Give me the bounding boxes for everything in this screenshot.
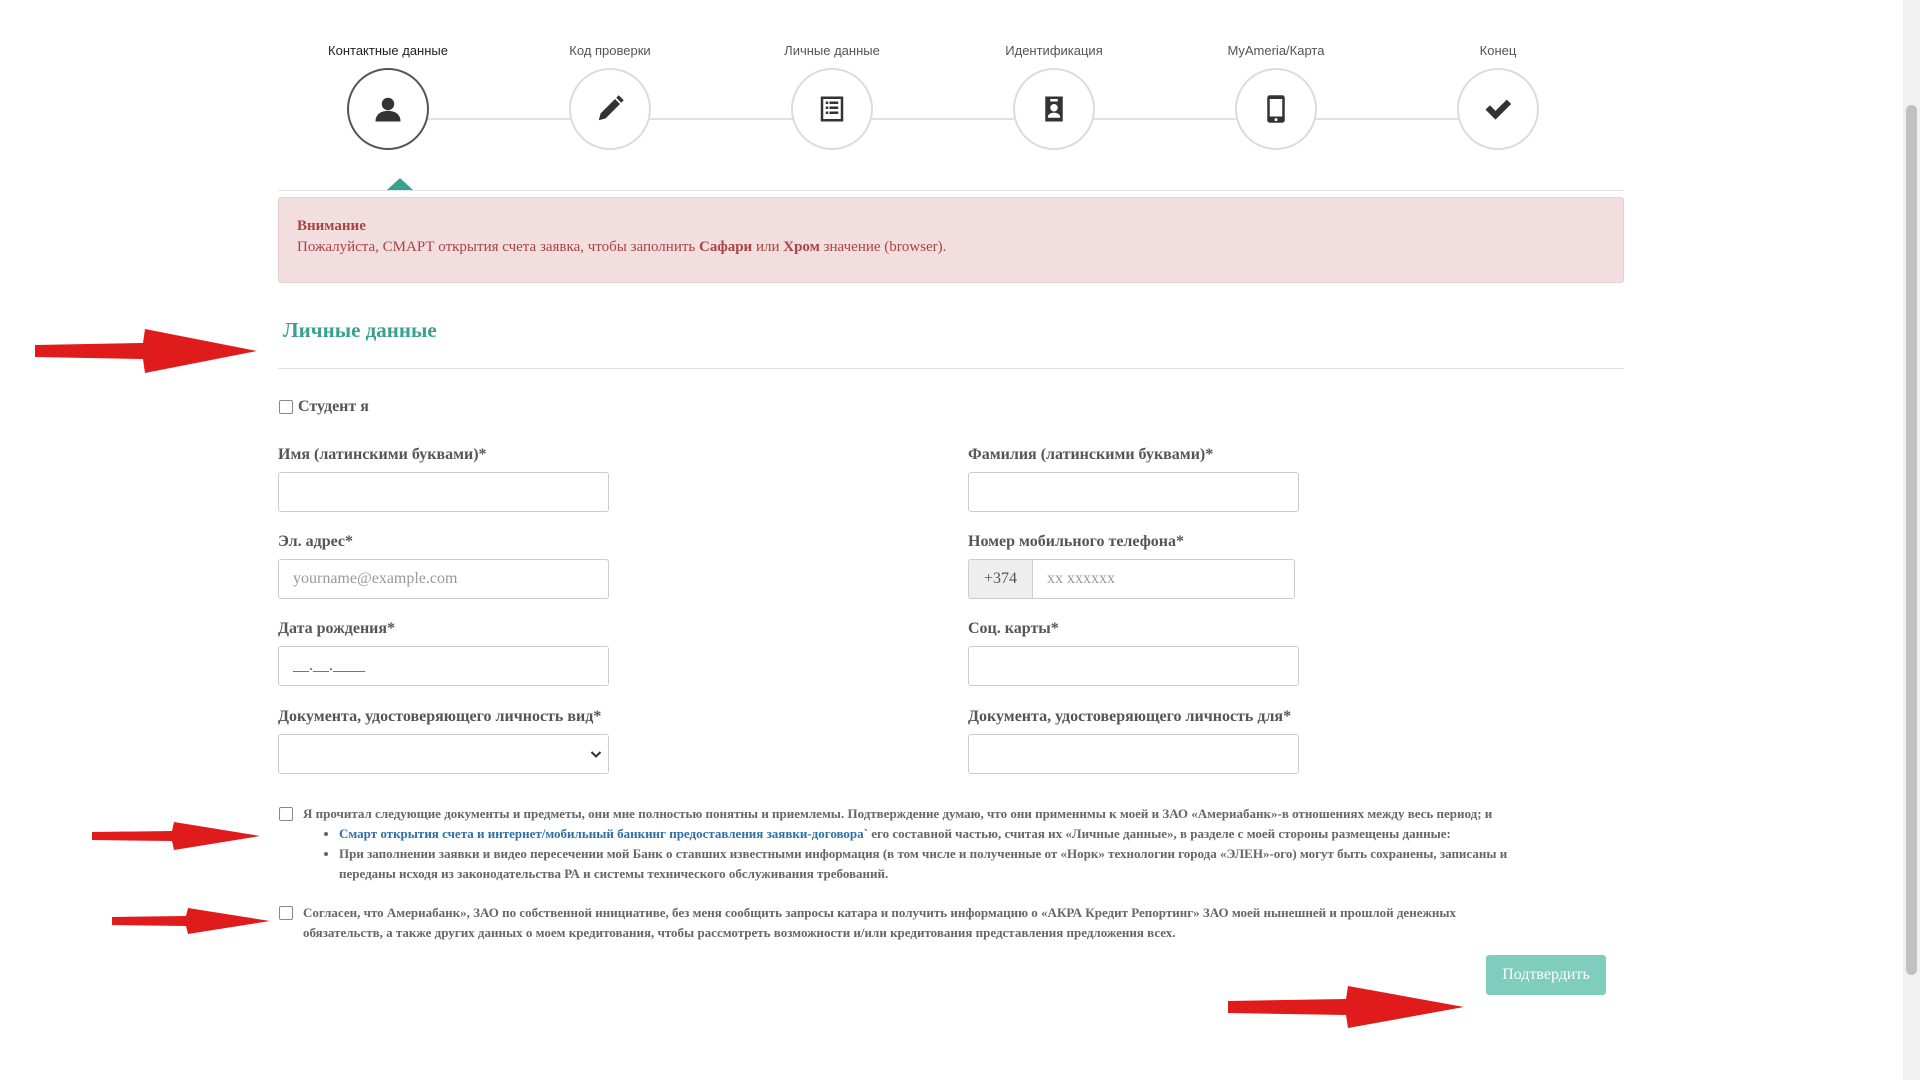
submit-button[interactable]: Подтвердить (1486, 955, 1606, 995)
page-scrollbar[interactable] (1903, 0, 1920, 1080)
active-step-caret (387, 178, 413, 190)
section-title: Личные данные (283, 318, 437, 342)
social-card-label: Соц. карты* (968, 620, 1059, 637)
step-circle (1457, 68, 1539, 150)
phone-input[interactable]: xx xxxxxx (1032, 559, 1295, 599)
section-divider (278, 368, 1624, 369)
progress-stepper: Контактные данные Код проверки Личные да… (278, 40, 1608, 190)
chevron-down-icon (590, 751, 602, 758)
step-label: Код проверки (569, 43, 651, 58)
step-personal-data: Личные данные (722, 40, 942, 150)
first-name-input[interactable] (278, 472, 609, 512)
last-name-label: Фамилия (латинскими буквами)* (968, 446, 1214, 463)
browser-warning-alert: Внимание Пожалуйста, СМАРТ открытия счет… (278, 197, 1624, 283)
check-icon (1485, 99, 1512, 120)
credit-bureau-consent-checkbox[interactable] (279, 906, 293, 920)
step-contact-data: Контактные данные (278, 40, 498, 150)
id-doc-number-label: Документа, удостоверяющего личность для* (968, 708, 1292, 725)
step-label: Конец (1479, 43, 1517, 58)
credit-bureau-consent-line: обязательств, а также других данных о мо… (303, 925, 1176, 940)
first-name-label: Имя (латинскими буквами)* (278, 446, 487, 463)
last-name-field: Фамилия (латинскими буквами)* (968, 446, 1308, 512)
step-identification: Идентификация (944, 40, 1164, 150)
documents-consent-intro: Я прочитал следующие документы и предмет… (303, 806, 1493, 821)
student-label: Студент я (298, 398, 369, 415)
alert-text: значение (browser). (819, 239, 947, 255)
annotation-arrow-icon (92, 822, 260, 850)
documents-consent: Я прочитал следующие документы и предмет… (279, 804, 1625, 884)
header-divider (278, 190, 1624, 191)
birth-date-label: Дата рождения* (278, 620, 396, 637)
birth-date-input[interactable]: __.__.____ (278, 646, 609, 686)
scrollbar-thumb[interactable] (1906, 105, 1917, 975)
last-name-input[interactable] (968, 472, 1299, 512)
step-circle (1013, 68, 1095, 150)
phone-input-group: +374 xx xxxxxx (968, 559, 1295, 599)
step-myameria-card: MyAmeria/Карта (1166, 40, 1386, 150)
documents-consent-checkbox[interactable] (279, 807, 293, 821)
step-label: Идентификация (1005, 43, 1103, 58)
first-name-field: Имя (латинскими буквами)* (278, 446, 618, 512)
step-finish: Конец (1388, 40, 1608, 150)
annotation-arrow-icon (35, 327, 257, 375)
email-field: Эл. адрес* yourname@example.com (278, 533, 618, 599)
list-item-text: переданы исходя из законодательства РА и… (339, 866, 889, 881)
agreement-link[interactable]: Смарт открытия счета и интернет/мобильны… (339, 826, 868, 841)
step-verification-code: Код проверки (500, 40, 720, 150)
id-badge-icon (1045, 96, 1063, 122)
documents-consent-list: Смарт открытия счета и интернет/мобильны… (339, 824, 1507, 884)
social-card-field: Соц. карты* (968, 620, 1308, 686)
social-card-input[interactable] (968, 646, 1299, 686)
birth-date-field: Дата рождения* __.__.____ (278, 620, 618, 686)
list-item: Смарт открытия счета и интернет/мобильны… (339, 824, 1507, 844)
step-circle (569, 68, 651, 150)
step-circle (791, 68, 873, 150)
email-input[interactable]: yourname@example.com (278, 559, 609, 599)
credit-bureau-consent: Согласен, что Америабанк», ЗАО по собств… (279, 903, 1625, 943)
alert-browser-chrome: Хром (783, 239, 820, 255)
phone-label: Номер мобильного телефона* (968, 533, 1184, 550)
annotation-arrow-icon (1228, 986, 1464, 1028)
id-doc-type-field: Документа, удостоверяющего личность вид* (278, 708, 618, 774)
email-label: Эл. адрес* (278, 533, 354, 550)
documents-consent-text: Я прочитал следующие документы и предмет… (303, 804, 1507, 884)
student-checkbox-row: Студент я (279, 398, 369, 416)
phone-field: Номер мобильного телефона* +374 xx xxxxx… (968, 533, 1308, 599)
alert-text: Пожалуйста, СМАРТ открытия счета заявка,… (297, 239, 699, 255)
credit-bureau-consent-line: Согласен, что Америабанк», ЗАО по собств… (303, 905, 1457, 920)
list-item-text: его составной частью, считая их «Личные … (868, 826, 1451, 841)
credit-bureau-consent-text: Согласен, что Америабанк», ЗАО по собств… (303, 903, 1456, 943)
alert-text: или (752, 239, 784, 255)
student-checkbox[interactable] (279, 400, 293, 414)
list-item: При заполнении заявки и видео пересечени… (339, 844, 1507, 884)
id-doc-number-input[interactable] (968, 734, 1299, 774)
step-label: Контактные данные (328, 43, 448, 58)
annotation-arrow-icon (112, 908, 270, 934)
mobile-icon (1267, 95, 1285, 123)
phone-prefix: +374 (968, 559, 1032, 599)
id-doc-type-select[interactable] (278, 734, 609, 774)
id-doc-number-field: Документа, удостоверяющего личность для* (968, 708, 1308, 774)
step-circle (347, 68, 429, 150)
list-item-text: При заполнении заявки и видео пересечени… (339, 846, 1508, 861)
alert-title: Внимание (297, 218, 366, 234)
alert-body: Пожалуйста, СМАРТ открытия счета заявка,… (297, 239, 1605, 256)
pencil-icon (598, 95, 624, 121)
step-label: MyAmeria/Карта (1227, 43, 1325, 58)
user-icon (375, 97, 401, 122)
alert-browser-safari: Сафари (699, 239, 753, 255)
list-icon (820, 96, 844, 122)
id-doc-type-label: Документа, удостоверяющего личность вид* (278, 708, 602, 725)
step-circle (1235, 68, 1317, 150)
step-label: Личные данные (784, 43, 880, 58)
